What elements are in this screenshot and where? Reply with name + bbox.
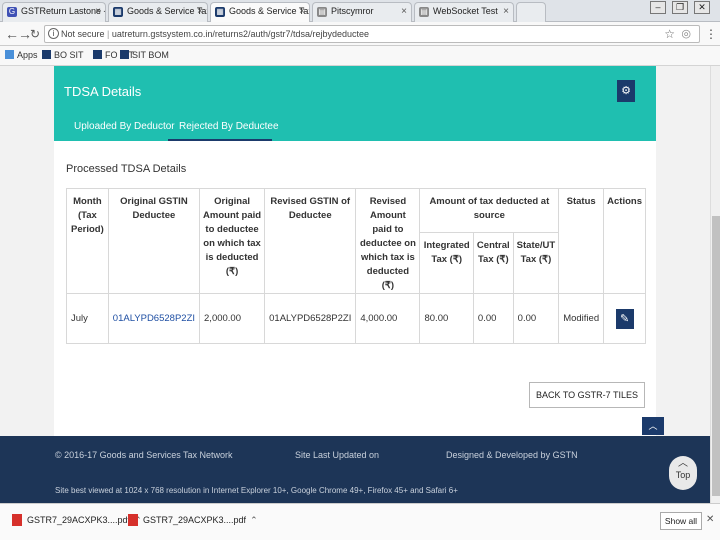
cell-integrated-tax: 80.00 — [419, 293, 474, 344]
gstreturn-favicon-icon: G — [7, 7, 17, 17]
browser-tab-3[interactable]: ▦ Goods & Service Tax (GS × — [210, 2, 310, 22]
cell-central-tax: 0.00 — [472, 293, 514, 344]
page-title: TDSA Details — [64, 84, 142, 99]
header-tax-deducted: Amount of tax deducted at source — [419, 187, 560, 234]
scrollbar-thumb[interactable] — [712, 216, 720, 496]
header-original-gstin: Original GSTIN Deductee — [107, 188, 201, 294]
security-label: Not secure — [61, 29, 105, 39]
extension-icon[interactable]: ◎ — [681, 26, 691, 42]
bookmark-star-icon[interactable]: ☆ — [664, 26, 675, 42]
tab-title: Goods & Service Tax (GS — [127, 6, 207, 16]
new-tab-button[interactable] — [516, 2, 546, 22]
back-to-top-button[interactable]: ︿ Top — [669, 456, 697, 490]
top-label: Top — [675, 470, 691, 480]
restore-icon[interactable]: ❐ — [672, 1, 688, 14]
tab-title: WebSocket Test — [433, 6, 498, 16]
chevron-up-icon: ︿ — [648, 421, 658, 431]
tab-rejected-by-deductee[interactable]: Rejected By Deductee — [179, 121, 279, 132]
page-viewport: TDSA Details ⚙ Uploaded By Deductor Reje… — [0, 66, 710, 503]
active-tab-indicator — [168, 139, 272, 141]
show-all-downloads-button[interactable]: Show all — [660, 512, 702, 530]
page-favicon-icon: ▤ — [317, 7, 327, 17]
scroll-up-button[interactable]: ︿ — [642, 417, 664, 435]
gst-favicon-icon: ▦ — [215, 7, 225, 17]
section-title: Processed TDSA Details — [66, 163, 187, 175]
site-footer: © 2016-17 Goods and Services Tax Network… — [0, 436, 710, 503]
pdf-file-icon — [12, 514, 22, 526]
tdsa-table: Month (Tax Period) Original GSTIN Deduct… — [66, 187, 646, 344]
gst-bookmark-icon — [120, 50, 129, 59]
browser-tab-4[interactable]: ▤ Pitscymror × — [312, 2, 412, 22]
gst-bookmark-icon — [93, 50, 102, 59]
header-revised-amount: Revised Amount paid to deductee on which… — [355, 188, 421, 294]
download-item-1[interactable]: GSTR7_29ACXPK3....pdf⌃ — [12, 514, 142, 526]
close-tab-icon[interactable]: × — [503, 6, 509, 17]
table-row: July 01ALYPD6528P2ZI 2,000.00 01ALYPD652… — [66, 293, 646, 344]
header-revised-gstin: Revised GSTIN of Deductee — [264, 188, 357, 294]
header-month: Month (Tax Period) — [66, 188, 109, 294]
apps-grid-icon — [5, 50, 14, 59]
cell-revised-amount: 4,000.00 — [355, 293, 421, 344]
header-integrated-tax: Integrated Tax (₹) — [419, 232, 474, 294]
address-bar-row: ← → ↻ i Not secure | uatreturn.gstsystem… — [0, 22, 720, 46]
cell-original-gstin[interactable]: 01ALYPD6528P2ZI — [107, 293, 201, 344]
cell-month: July — [66, 293, 109, 344]
gst-bookmark-icon — [42, 50, 51, 59]
bookmark-apps[interactable]: Apps — [5, 50, 38, 60]
browser-tab-strip: G GSTReturn Lastone - Ag × ▦ Goods & Ser… — [0, 0, 720, 22]
edit-button[interactable]: ✎ — [615, 308, 634, 329]
reload-icon[interactable]: ↻ — [30, 26, 40, 42]
info-icon[interactable]: i — [48, 28, 59, 39]
header-actions: Actions — [603, 188, 646, 294]
bookmark-bo-sit[interactable]: BO SIT — [42, 50, 84, 60]
url-text: uatreturn.gstsystem.co.in/returns2/auth/… — [111, 29, 370, 39]
pdf-file-icon — [128, 514, 138, 526]
tdsa-card: TDSA Details ⚙ Uploaded By Deductor Reje… — [54, 66, 656, 436]
chevron-up-icon[interactable]: ⌃ — [250, 515, 258, 525]
tab-title: Pitscymror — [331, 6, 374, 16]
footer-designed-by: Designed & Developed by GSTN — [446, 450, 578, 460]
back-to-gstr7-tiles-button[interactable]: BACK TO GSTR-7 TILES — [529, 382, 645, 408]
cell-actions: ✎ — [603, 293, 646, 344]
cell-revised-gstin: 01ALYPD6528P2ZI — [264, 293, 357, 344]
browser-tab-5[interactable]: ▤ WebSocket Test × — [414, 2, 514, 22]
bookmarks-bar: Apps BO SIT FO SIT SIT BOM — [0, 46, 720, 66]
close-window-icon[interactable]: ✕ — [694, 1, 710, 14]
close-download-bar-icon[interactable]: ✕ — [706, 514, 714, 525]
tab-title: GSTReturn Lastone - Ag — [21, 6, 105, 16]
header-state-ut-tax: State/UT Tax (₹) — [512, 232, 560, 294]
minimize-icon[interactable]: – — [650, 1, 666, 14]
close-tab-icon[interactable]: × — [95, 6, 101, 17]
tab-title: Goods & Service Tax (GS — [229, 6, 309, 16]
page-scrollbar[interactable] — [710, 66, 720, 503]
close-tab-icon[interactable]: × — [197, 6, 203, 17]
back-arrow-icon[interactable]: ← — [5, 26, 19, 42]
page-favicon-icon: ▤ — [419, 7, 429, 17]
chevron-up-icon: ︿ — [678, 458, 688, 469]
pencil-icon: ✎ — [619, 312, 630, 325]
settings-button[interactable]: ⚙ — [617, 80, 635, 102]
cell-original-amount: 2,000.00 — [199, 293, 266, 344]
download-bar: GSTR7_29ACXPK3....pdf⌃ GSTR7_29ACXPK3...… — [0, 503, 720, 540]
url-input[interactable]: i Not secure | uatreturn.gstsystem.co.in… — [44, 25, 700, 43]
header-original-amount: Original Amount paid to deductee on whic… — [199, 188, 266, 294]
footer-last-updated: Site Last Updated on — [295, 450, 380, 460]
footer-best-viewed: Site best viewed at 1024 x 768 resolutio… — [55, 486, 458, 495]
download-item-2[interactable]: GSTR7_29ACXPK3....pdf ⌃ — [128, 514, 258, 526]
tdsa-header: TDSA Details ⚙ Uploaded By Deductor Reje… — [54, 66, 656, 141]
close-tab-icon[interactable]: × — [299, 6, 305, 17]
header-central-tax: Central Tax (₹) — [472, 232, 514, 294]
tab-uploaded-by-deductor[interactable]: Uploaded By Deductor — [74, 121, 175, 132]
browser-tab-2[interactable]: ▦ Goods & Service Tax (GS × — [108, 2, 208, 22]
header-status: Status — [558, 188, 605, 294]
cell-state-ut-tax: 0.00 — [512, 293, 560, 344]
browser-tab-1[interactable]: G GSTReturn Lastone - Ag × — [2, 2, 106, 22]
cell-status: Modified — [558, 293, 605, 344]
close-tab-icon[interactable]: × — [401, 6, 407, 17]
browser-menu-icon[interactable]: ⋮ — [705, 27, 717, 41]
gst-favicon-icon: ▦ — [113, 7, 123, 17]
bookmark-sit-bom[interactable]: SIT BOM — [120, 50, 169, 60]
footer-copyright: © 2016-17 Goods and Services Tax Network — [55, 450, 233, 460]
gear-icon: ⚙ — [621, 85, 631, 97]
